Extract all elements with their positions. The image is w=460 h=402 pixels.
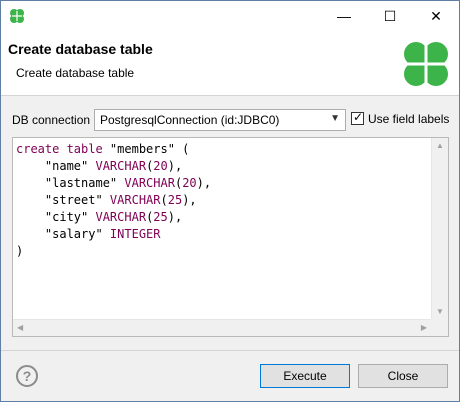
chevron-down-icon: ▼ <box>330 113 340 124</box>
sql-code[interactable]: create table "members" ( "name" VARCHAR(… <box>16 141 430 319</box>
db-connection-value: PostgresqlConnection (id:JDBC0) <box>100 113 280 127</box>
scroll-down-icon[interactable]: ▼ <box>436 307 444 316</box>
sql-text: "lastname" <box>16 176 125 190</box>
sql-keyword: VARCHAR <box>124 176 175 190</box>
use-field-labels-label[interactable]: Use field labels <box>368 112 449 126</box>
sql-text: ), <box>182 193 197 207</box>
sql-text: "members" ( <box>109 142 190 156</box>
scroll-up-icon[interactable]: ▲ <box>436 141 444 150</box>
sql-text: ), <box>167 159 183 173</box>
scroll-right-icon[interactable]: ▶ <box>421 323 427 332</box>
code-line: create table "members" ( <box>16 141 430 158</box>
dialog-title: Create database table <box>8 41 153 57</box>
execute-button[interactable]: Execute <box>260 364 350 388</box>
sql-text: "name" <box>16 159 96 173</box>
help-icon[interactable]: ? <box>16 365 38 387</box>
vertical-scrollbar[interactable]: ▲ ▼ <box>431 138 448 319</box>
sql-number: 25 <box>153 210 168 224</box>
code-line: "salary" INTEGER <box>16 226 430 243</box>
sql-text: ), <box>196 176 212 190</box>
scrollbar-corner <box>431 319 448 336</box>
sql-text: ( <box>160 193 168 207</box>
footer-separator <box>1 350 459 351</box>
sql-text: "city" <box>16 210 96 224</box>
code-line: "street" VARCHAR(25), <box>16 192 430 209</box>
scroll-left-icon[interactable]: ◀ <box>17 323 23 332</box>
sql-number: 20 <box>182 176 197 190</box>
maximize-button[interactable]: ☐ <box>367 1 413 31</box>
clover-app-icon <box>10 9 24 23</box>
title-bar: — ☐ ✕ <box>1 1 459 31</box>
sql-number: 25 <box>167 193 183 207</box>
db-connection-select[interactable]: PostgresqlConnection (id:JDBC0) ▼ <box>94 109 346 131</box>
sql-keyword: VARCHAR <box>95 210 147 224</box>
close-button[interactable]: Close <box>358 364 448 388</box>
code-line: "city" VARCHAR(25), <box>16 209 430 226</box>
checkmark-icon: ✓ <box>353 110 364 124</box>
sql-text: "salary" <box>16 227 110 241</box>
sql-keyword: create table <box>16 142 110 156</box>
code-line: "name" VARCHAR(20), <box>16 158 430 175</box>
code-line: ) <box>16 243 430 260</box>
sql-keyword: VARCHAR <box>109 193 161 207</box>
sql-text: ) <box>16 244 24 258</box>
db-connection-label: DB connection <box>12 113 91 127</box>
sql-text: ), <box>167 210 183 224</box>
sql-text: "street" <box>16 193 110 207</box>
dialog-subtitle: Create database table <box>16 66 135 80</box>
horizontal-scrollbar[interactable]: ◀ ▶ <box>13 319 431 336</box>
clover-logo-icon <box>404 42 448 86</box>
sql-keyword: VARCHAR <box>95 159 147 173</box>
code-line: "lastname" VARCHAR(20), <box>16 175 430 192</box>
dialog-window: — ☐ ✕ Create database table Create datab… <box>0 0 460 402</box>
header-banner: Create database table Create database ta… <box>1 31 459 96</box>
sql-keyword: INTEGER <box>109 227 161 241</box>
close-window-button[interactable]: ✕ <box>413 1 459 31</box>
use-field-labels-checkbox[interactable]: ✓ <box>351 110 364 125</box>
minimize-button[interactable]: — <box>321 1 367 31</box>
sql-number: 20 <box>153 159 168 173</box>
sql-editor[interactable]: create table "members" ( "name" VARCHAR(… <box>12 137 449 337</box>
